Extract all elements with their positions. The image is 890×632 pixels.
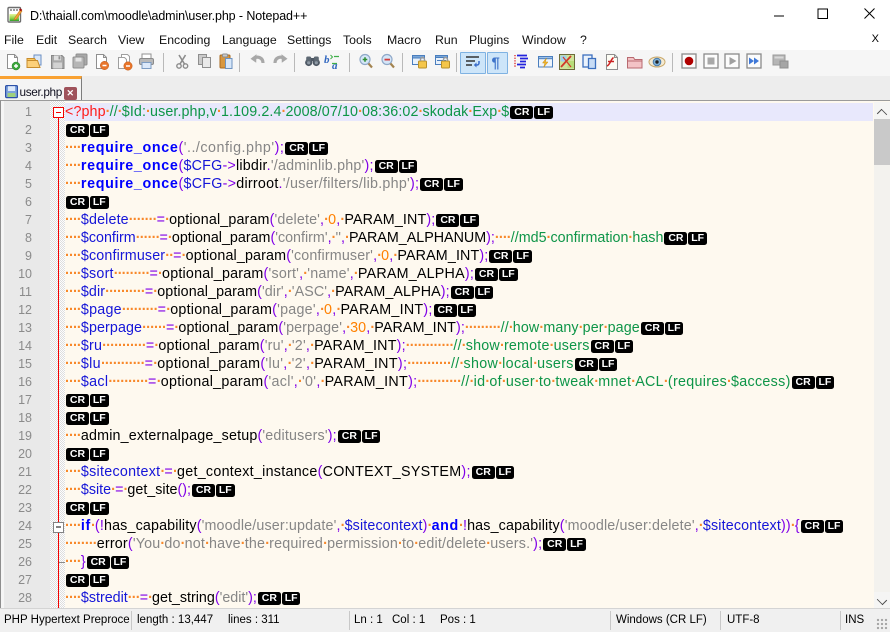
svg-text:b: b	[324, 54, 330, 66]
svg-text:a: a	[332, 60, 338, 71]
svg-text:¶: ¶	[492, 55, 500, 72]
